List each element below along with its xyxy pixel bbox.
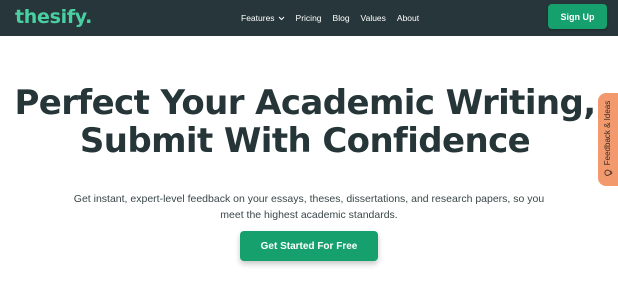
- nav-item-pricing[interactable]: Pricing: [296, 11, 322, 25]
- feedback-tab-label: Feedback & Ideas: [603, 100, 612, 166]
- main-nav: Features Pricing Blog Values About: [241, 11, 419, 25]
- nav-item-label: Pricing: [295, 13, 322, 23]
- nav-item-label: Blog: [332, 13, 350, 23]
- chevron-down-icon: [278, 16, 284, 20]
- headline-line-2: Submit With Confidence: [79, 121, 531, 161]
- nav-item-blog[interactable]: Blog: [333, 11, 350, 25]
- subtext-line-1: Get instant, expert-level feedback on yo…: [73, 193, 545, 205]
- nav-item-values[interactable]: Values: [361, 11, 386, 25]
- sign-up-button[interactable]: Sign Up: [548, 4, 607, 29]
- nav-item-label: About: [396, 13, 420, 23]
- thesify-logo[interactable]: thesify.: [15, 5, 92, 29]
- nav-item-label: Features: [241, 13, 275, 23]
- feedback-ideas-tab[interactable]: Feedback & Ideas: [598, 93, 618, 186]
- nav-item-label: Values: [360, 13, 386, 23]
- subtext-line-2: meet the highest academic standards.: [220, 209, 398, 221]
- get-started-button[interactable]: Get Started For Free: [240, 231, 378, 261]
- hero-subtext: Get instant, expert-level feedback on yo…: [0, 191, 618, 223]
- nav-item-features[interactable]: Features: [241, 11, 285, 25]
- hero-headline: Perfect Your Academic Writing, Submit Wi…: [0, 84, 610, 160]
- lightbulb-icon: [603, 169, 612, 176]
- top-navbar: thesify. Features Pricing Blog Values Ab…: [0, 0, 618, 36]
- nav-item-about[interactable]: About: [397, 11, 419, 25]
- headline-line-1: Perfect Your Academic Writing,: [14, 83, 596, 123]
- feedback-tab-content: Feedback & Ideas: [603, 101, 613, 177]
